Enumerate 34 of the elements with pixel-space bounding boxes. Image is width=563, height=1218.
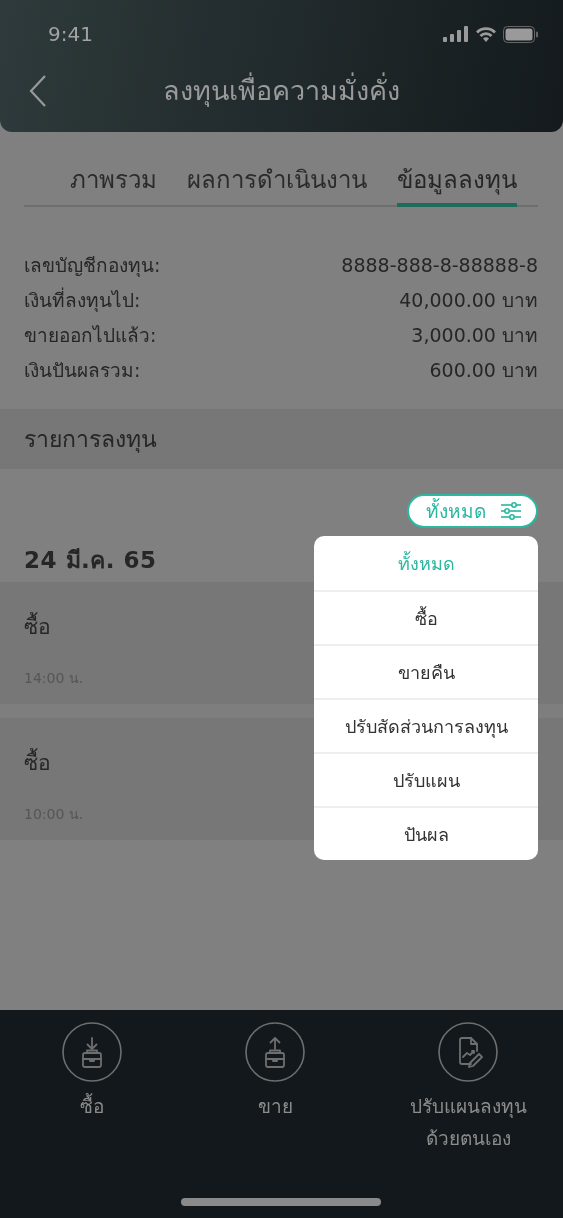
back-icon xyxy=(28,74,48,108)
info-value: 40,000.00 บาท xyxy=(399,287,538,313)
info-label: ขายออกไปแล้ว: xyxy=(24,322,157,348)
action-button[interactable]: ปรับแผนลงทุน ด้วยตนเอง xyxy=(388,1022,548,1154)
menu-item[interactable]: ปรับแผน xyxy=(314,752,538,806)
document-chart-icon xyxy=(438,1022,498,1082)
filter-icon xyxy=(500,502,522,520)
briefcase-icon xyxy=(245,1022,305,1082)
tab[interactable]: ภาพรวม xyxy=(70,158,157,207)
battery-icon xyxy=(503,25,539,43)
menu-item[interactable]: ซื้อ xyxy=(314,590,538,644)
info-label: เงินที่ลงทุนไป: xyxy=(24,286,141,314)
back-button[interactable] xyxy=(28,74,48,108)
menu-item[interactable]: ปรับสัดส่วนการลงทุน xyxy=(314,698,538,752)
tab[interactable]: ผลการดำเนินงาน xyxy=(187,158,367,207)
menu-item[interactable]: ขายคืน xyxy=(314,644,538,698)
info-label: เลขบัญชีกองทุน: xyxy=(24,252,161,279)
status-time: 9:41 xyxy=(48,22,93,46)
transaction-type: ซื้อ xyxy=(24,746,51,779)
section-header: รายการลงทุน xyxy=(0,409,563,469)
info-label: เงินปันผลรวม: xyxy=(24,357,141,383)
info-value: 600.00 บาท xyxy=(429,357,538,383)
date-heading: 24 มี.ค. 65 xyxy=(24,547,157,573)
signal-icon xyxy=(443,26,469,42)
info-value: 3,000.00 บาท xyxy=(411,322,538,348)
transaction-type: ซื้อ xyxy=(24,610,51,643)
tab[interactable]: ข้อมูลลงทุน xyxy=(397,158,517,207)
briefcase-icon xyxy=(62,1022,122,1082)
screen-title: ลงทุนเพื่อความมั่งคั่ง xyxy=(163,71,400,109)
menu-item[interactable]: ปันผล xyxy=(314,806,538,860)
action-button[interactable]: ซื้อ xyxy=(22,1022,162,1154)
wifi-icon xyxy=(475,26,497,42)
action-button[interactable]: ขาย xyxy=(205,1022,345,1154)
info-value: 8888-888-8-88888-8 xyxy=(341,253,538,276)
